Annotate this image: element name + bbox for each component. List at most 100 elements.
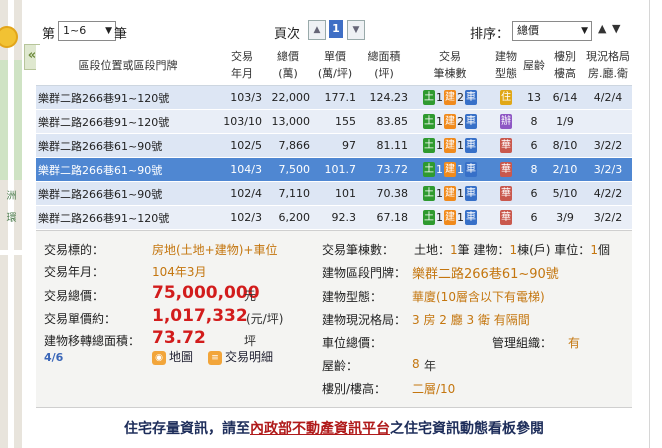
mgmt-label: 管理組織： [492,336,553,350]
detail-panel: 交易標的： 房地(土地+建物)+車位 交易年月： 104年3月 交易總價： 75… [36,230,632,408]
table-row[interactable]: 樂群二路266巷91~120號 103/10 13,000 155 83.85 土 1 建 2 車… [36,109,632,134]
count-value: 土地：1筆 建物：1棟(戶) 車位：1個 [414,243,610,257]
table-row[interactable]: 樂群二路266巷91~120號 103/3 22,000 177.1 124.23 土 1 建… [36,85,632,110]
table-row[interactable]: 樂群二路266巷61~90號 102/5 7,866 97 81.11 土 1 建 1 車華 6 8/… [36,133,632,158]
row-unit-price: 101.7 [312,157,358,182]
row-floor: 6/14 [546,85,584,110]
row-type: 住 [490,85,522,110]
row-layout: 4/2/4 [584,85,632,110]
row-total: 7,866 [264,133,312,158]
row-trans: 土1建2車 [410,109,490,134]
col-total[interactable]: 總價 (萬) [264,45,312,86]
land-badge: 土 [423,186,435,201]
row-date: 102/4 [220,181,264,206]
row-trans: 土1建1車 [410,133,490,158]
row-area: 73.72 [358,157,410,182]
row-unit-price: 97 [312,133,358,158]
col-type[interactable]: 建物 型態 [490,45,522,86]
row-unit-price: 92.3 [312,205,358,229]
table-row[interactable]: 樂群二路266巷91~120號 102/3 6,200 92.3 67.18 土 1 建 1 車華… [36,205,632,229]
row-age: 13 [522,85,546,110]
list-toolbar: 第 1~6 ▼ 筆 頁次 ▲ 1 ▼ 排序： 總價 ▼ ▲ ▼ [42,20,632,42]
record-pager: 4/6 [44,351,64,364]
row-date: 102/3 [220,205,264,229]
row-floor: 2/10 [546,157,584,182]
col-age[interactable]: 屋齡 [522,45,546,86]
area-unit: 坪 [244,334,257,348]
list-icon: ≡ [208,350,222,365]
col-address[interactable]: 區段位置或區段門牌 [36,45,220,86]
type-badge: 住 [500,90,512,105]
range-select[interactable]: 1~6 ▼ [58,21,116,41]
col-date[interactable]: 交易 年月 [220,45,264,86]
parking-badge: 車 [465,162,477,177]
range-select-value: 1~6 [63,24,87,37]
row-age: 6 [522,133,546,158]
scrollbar[interactable] [649,0,662,448]
area-value: 73.72 [152,328,206,348]
type-label: 建物型態： [322,290,383,304]
sort-asc-button[interactable]: ▲ [598,22,606,35]
area-label: 建物移轉總面積： [44,334,141,348]
row-total: 22,000 [264,85,312,110]
row-unit-price: 155 [312,109,358,134]
map-button[interactable]: ◉ 地圖 [152,348,193,365]
count-label: 交易筆棟數： [322,243,395,257]
land-badge: 土 [423,138,435,153]
sort-select-value: 總價 [517,24,539,37]
footer-suffix: 之住宅資訊動態看板參閱 [390,421,544,437]
building-badge: 建 [444,162,456,177]
row-date: 103/3 [220,85,264,110]
row-address: 樂群二路266巷61~90號 [36,133,220,158]
row-area: 67.18 [358,205,410,229]
page-prev-button[interactable]: ▲ [308,20,326,40]
row-layout: 3/2/2 [584,133,632,158]
parking-badge: 車 [465,138,477,153]
target-value: 房地(土地+建物)+車位 [152,243,278,257]
row-trans: 土1建2車 [410,85,490,110]
col-trans[interactable]: 交易 筆棟數 [410,45,490,86]
page-current[interactable]: 1 [329,20,343,38]
row-age: 6 [522,181,546,206]
row-date: 102/5 [220,133,264,158]
row-layout: 3/2/2 [584,205,632,229]
range-prefix: 第 [42,27,56,42]
row-area: 81.11 [358,133,410,158]
col-unit-price[interactable]: 單價 (萬/坪) [312,45,358,86]
total-unit: 元 [244,289,257,303]
map-icon: ◉ [152,350,166,365]
row-address: 樂群二路266巷91~120號 [36,205,220,229]
building-badge: 建 [444,90,456,105]
chevron-down-icon: ▼ [581,26,588,36]
building-badge: 建 [444,114,456,129]
row-area: 83.85 [358,109,410,134]
row-floor: 3/9 [546,205,584,229]
land-badge: 土 [423,114,435,129]
unit-price-value: 1,017,332 [152,306,248,326]
type-badge: 華 [500,186,512,201]
sun-icon[interactable] [0,26,18,48]
row-floor: 5/10 [546,181,584,206]
floor-label: 樓別/樓高： [322,382,387,396]
col-floor[interactable]: 樓別 樓高 [546,45,584,86]
col-layout[interactable]: 現況格局 房.廳.衛 [584,45,632,86]
col-area[interactable]: 總面積 (坪) [358,45,410,86]
sort-select[interactable]: 總價 ▼ [512,21,592,41]
table-row[interactable]: 樂群二路266巷61~90號 102/4 7,110 101 70.38 土 1 建 1 車華 6 5… [36,181,632,206]
detail-button[interactable]: ≡ 交易明細 [208,348,273,365]
page-next-button[interactable]: ▼ [347,20,365,40]
row-trans: 土1建1車 [410,157,490,182]
row-age: 8 [522,157,546,182]
row-area: 70.38 [358,181,410,206]
map-label: 環 [4,212,15,222]
type-badge: 華 [500,210,512,225]
map-strip[interactable]: 洲 環 [0,0,22,448]
sort-desc-button[interactable]: ▼ [612,22,620,35]
row-address: 樂群二路266巷91~120號 [36,109,220,134]
page-label: 頁次 [274,27,301,42]
moi-platform-link[interactable]: 內政部不動產資訊平台 [250,421,390,437]
table-row[interactable]: 樂群二路266巷61~90號 104/3 7,500 101.7 73.72 土 1 建 1 車華… [36,157,632,182]
row-type: 華 [490,181,522,206]
type-badge: 華 [500,138,512,153]
parking-label: 車位總價： [322,336,383,350]
